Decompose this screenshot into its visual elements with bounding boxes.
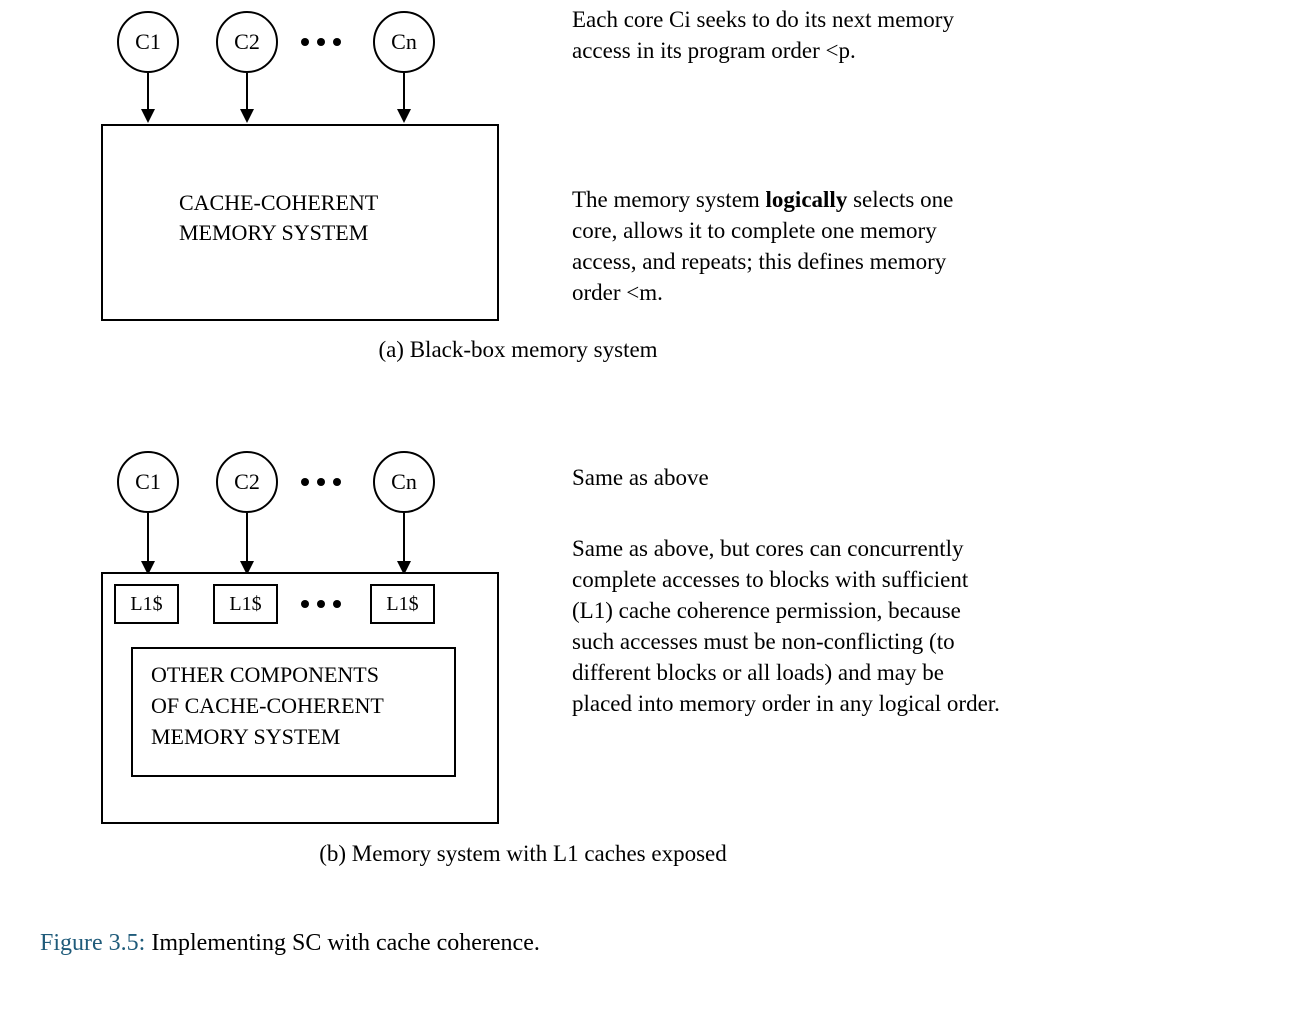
- core-label: C2: [234, 29, 260, 55]
- sub-caption-a: (a) Black-box memory system: [358, 337, 678, 363]
- notes-a-mid-bold: logically: [766, 187, 848, 212]
- ellipsis-l1: [301, 600, 341, 608]
- memory-label-a: CACHE-COHERENT MEMORY SYSTEM: [179, 188, 378, 247]
- notes-b-main: Same as above, but cores can concurrentl…: [572, 533, 1002, 719]
- l1-label: L1$: [386, 593, 418, 616]
- l1-cache-2: L1$: [213, 584, 278, 624]
- notes-a-mid-pre: The memory system: [572, 187, 766, 212]
- arrowhead-cn-a: [397, 109, 411, 123]
- inner-memory-label-b: OTHER COMPONENTS OF CACHE-COHERENT MEMOR…: [151, 660, 384, 752]
- figure-label: Figure 3.5:: [40, 930, 145, 956]
- core-cn-a: Cn: [373, 11, 435, 73]
- core-cn-b: Cn: [373, 451, 435, 513]
- core-label: C1: [135, 29, 161, 55]
- l1-label: L1$: [229, 593, 261, 616]
- inner-label-line3: MEMORY SYSTEM: [151, 722, 384, 753]
- notes-b-top: Same as above: [572, 462, 992, 493]
- ellipsis-cores-a: [301, 38, 341, 46]
- arrow-c1-b: [147, 513, 149, 563]
- core-c1-b: C1: [117, 451, 179, 513]
- inner-label-line2: OF CACHE-COHERENT: [151, 691, 384, 722]
- notes-a-top: Each core Ci seeks to do its next memory…: [572, 4, 992, 66]
- arrow-c1-a: [147, 73, 149, 111]
- arrowhead-c2-a: [240, 109, 254, 123]
- memory-label-line1: CACHE-COHERENT: [179, 188, 378, 218]
- notes-a-mid: The memory system logically selects one …: [572, 184, 992, 308]
- l1-cache-n: L1$: [370, 584, 435, 624]
- memory-label-line2: MEMORY SYSTEM: [179, 218, 378, 248]
- sub-caption-b: (b) Memory system with L1 caches exposed: [273, 841, 773, 867]
- arrowhead-c1-a: [141, 109, 155, 123]
- figure-caption: Figure 3.5: Implementing SC with cache c…: [40, 930, 540, 957]
- arrow-cn-a: [403, 73, 405, 111]
- inner-label-line1: OTHER COMPONENTS: [151, 660, 384, 691]
- arrow-c2-a: [246, 73, 248, 111]
- core-label: C1: [135, 469, 161, 495]
- core-c1-a: C1: [117, 11, 179, 73]
- core-c2-b: C2: [216, 451, 278, 513]
- core-label: C2: [234, 469, 260, 495]
- figure-text: Implementing SC with cache coherence.: [145, 930, 540, 956]
- l1-label: L1$: [130, 593, 162, 616]
- core-label: Cn: [391, 469, 417, 495]
- arrow-cn-b: [403, 513, 405, 563]
- core-label: Cn: [391, 29, 417, 55]
- arrow-c2-b: [246, 513, 248, 563]
- l1-cache-1: L1$: [114, 584, 179, 624]
- ellipsis-cores-b: [301, 478, 341, 486]
- core-c2-a: C2: [216, 11, 278, 73]
- diagram-stage: C1 C2 Cn CACHE-COHERENT MEMORY SYSTEM (a…: [0, 0, 1302, 1022]
